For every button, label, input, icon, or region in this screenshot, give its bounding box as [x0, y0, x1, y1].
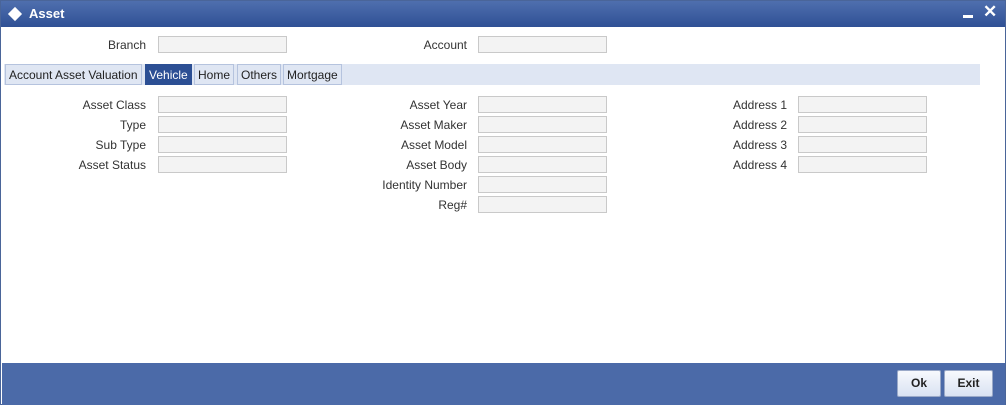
asset-status-label: Asset Status [78, 158, 146, 172]
tab-account-asset-valuation[interactable]: Account Asset Valuation [5, 64, 142, 85]
tab-home[interactable]: Home [194, 64, 235, 85]
asset-year-field[interactable] [478, 96, 607, 113]
reg-field[interactable] [478, 196, 607, 213]
close-icon[interactable]: ✕ [983, 3, 997, 21]
sub-type-field[interactable] [158, 136, 287, 153]
asset-model-field[interactable] [478, 136, 607, 153]
asset-maker-field[interactable] [478, 116, 607, 133]
window-title: Asset [29, 6, 65, 21]
address-3-field[interactable] [798, 136, 927, 153]
exit-button[interactable]: Exit [944, 370, 993, 397]
address-2-field[interactable] [798, 116, 927, 133]
tab-mortgage[interactable]: Mortgage [283, 64, 342, 85]
asset-status-field[interactable] [158, 156, 287, 173]
address-4-field[interactable] [798, 156, 927, 173]
address-3-label: Address 3 [732, 138, 787, 152]
diamond-icon [7, 6, 23, 22]
sub-type-label: Sub Type [95, 138, 146, 152]
branch-label: Branch [107, 38, 146, 52]
address-1-label: Address 1 [732, 98, 787, 112]
asset-year-label: Asset Year [409, 98, 467, 112]
asset-body-label: Asset Body [406, 158, 467, 172]
address-1-field[interactable] [798, 96, 927, 113]
minimize-icon[interactable] [963, 15, 973, 18]
type-field[interactable] [158, 116, 287, 133]
asset-class-field[interactable] [158, 96, 287, 113]
tab-vehicle[interactable]: Vehicle [145, 64, 192, 85]
reg-label: Reg# [438, 198, 467, 212]
branch-field[interactable] [158, 36, 287, 53]
type-label: Type [119, 118, 146, 132]
address-4-label: Address 4 [732, 158, 787, 172]
footer-bar [2, 363, 1005, 405]
asset-model-label: Asset Model [400, 138, 467, 152]
account-field[interactable] [478, 36, 607, 53]
ok-button[interactable]: Ok [897, 370, 941, 397]
asset-maker-label: Asset Maker [400, 118, 467, 132]
title-bar: Asset ✕ [1, 1, 1005, 27]
account-label: Account [423, 38, 467, 52]
identity-number-label: Identity Number [382, 178, 467, 192]
asset-body-field[interactable] [478, 156, 607, 173]
tab-others[interactable]: Others [237, 64, 282, 85]
address-2-label: Address 2 [732, 118, 787, 132]
identity-number-field[interactable] [478, 176, 607, 193]
asset-window: Asset ✕ Branch Account Account Asset Val… [0, 0, 1006, 405]
asset-class-label: Asset Class [82, 98, 146, 112]
